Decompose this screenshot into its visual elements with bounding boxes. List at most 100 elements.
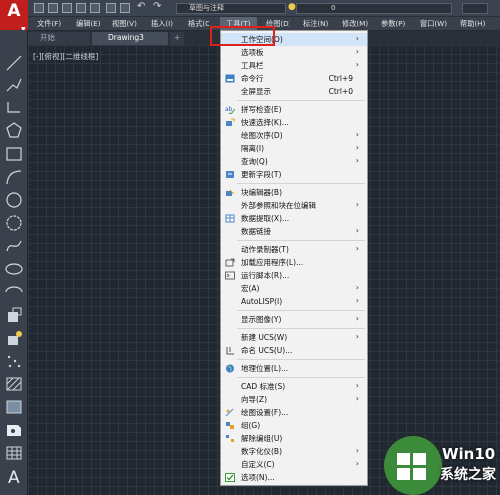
hatch-icon[interactable] <box>4 375 24 393</box>
quick-access-toolbar: ↶ ↷ 草图与注释 ● 0 <box>0 0 500 17</box>
menu-item-load-application[interactable]: 加载应用程序(L)... <box>221 256 367 269</box>
menu-item-display-image[interactable]: 显示图像(Y) › <box>221 313 367 326</box>
run-script-icon <box>225 271 235 280</box>
load-app-icon <box>225 258 235 267</box>
menu-item-label: 查询(Q) <box>241 157 268 166</box>
workspace-value: 草图与注释 <box>189 4 224 12</box>
layer-select[interactable]: 0 <box>296 3 452 14</box>
menu-item-wizards[interactable]: 向导(Z) › <box>221 393 367 406</box>
menu-item-named-ucs[interactable]: 命名 UCS(U)... <box>221 344 367 357</box>
menu-dimension[interactable]: 标注(N) <box>303 17 328 31</box>
menu-item-ungroup[interactable]: 解除编组(U) <box>221 432 367 445</box>
line-icon[interactable] <box>4 54 24 72</box>
multiline-text-icon[interactable]: A <box>4 467 24 488</box>
menu-format[interactable]: 格式(O) <box>188 17 209 31</box>
menu-item-label: 拼写检查(E) <box>241 105 282 114</box>
menu-item-label: 块编辑器(B) <box>241 188 282 197</box>
chevron-right-icon: › <box>355 381 359 390</box>
menu-item-quick-select[interactable]: 快速选择(K)... <box>221 116 367 129</box>
viewport-controls[interactable]: [-][俯视][二维线框] <box>33 51 98 62</box>
chevron-right-icon: › <box>355 296 359 305</box>
undo-icon[interactable]: ↶ <box>137 1 145 12</box>
menu-insert[interactable]: 插入(I) <box>151 17 173 31</box>
polygon-icon[interactable] <box>4 121 24 139</box>
workspace-select[interactable]: 草图与注释 <box>176 3 286 14</box>
lightbulb-icon[interactable]: ● <box>288 2 296 12</box>
ellipse-arc-icon[interactable] <box>4 283 24 301</box>
menu-item-block-editor[interactable]: 块编辑器(B) <box>221 186 367 199</box>
menu-modify[interactable]: 修改(M) <box>342 17 368 31</box>
menu-item-group[interactable]: 组(G) <box>221 419 367 432</box>
draw-toolbar: A <box>0 30 28 495</box>
menu-item-label: 绘图设置(F)... <box>241 408 289 417</box>
ungroup-icon <box>226 435 234 442</box>
application-logo[interactable]: A ▼ <box>0 0 28 33</box>
menu-item-action-recorder[interactable]: 动作录制器(T) › <box>221 243 367 256</box>
named-ucs-icon <box>226 347 234 355</box>
ellipse-icon[interactable] <box>4 260 24 278</box>
menu-item-inquiry[interactable]: 查询(Q) › <box>221 155 367 168</box>
menu-item-new-ucs[interactable]: 新建 UCS(W) › <box>221 331 367 344</box>
menu-item-fullscreen[interactable]: 全屏显示 Ctrl+0 <box>221 85 367 98</box>
rectangle-icon[interactable] <box>4 145 24 163</box>
save-icon[interactable] <box>62 3 72 13</box>
chevron-right-icon: › <box>355 60 359 69</box>
menu-file[interactable]: 文件(F) <box>37 17 61 31</box>
menu-item-spell-check[interactable]: ab 拼写检查(E) <box>221 103 367 116</box>
insert-block-icon[interactable] <box>4 306 24 324</box>
menu-item-toolbars[interactable]: 工具栏 › <box>221 59 367 72</box>
drafting-settings-icon <box>225 408 234 417</box>
point-icon[interactable] <box>4 352 24 370</box>
open-file-icon[interactable] <box>48 3 58 13</box>
spline-icon[interactable] <box>4 237 24 255</box>
tab-start[interactable]: 开始 <box>28 32 90 45</box>
block-editor-icon <box>226 189 235 196</box>
polyline-icon[interactable] <box>4 76 24 94</box>
menu-parametric[interactable]: 参数(P) <box>381 17 405 31</box>
menu-item-digitizer[interactable]: 数字化仪(B) › <box>221 445 367 458</box>
menu-edit[interactable]: 编辑(E) <box>76 17 101 31</box>
menu-item-isolate[interactable]: 隔离(I) › <box>221 142 367 155</box>
print-icon[interactable] <box>120 3 130 13</box>
region-icon[interactable] <box>4 421 24 439</box>
make-block-icon[interactable] <box>4 329 24 347</box>
web-icon[interactable] <box>90 3 100 13</box>
update-field-icon <box>226 171 234 178</box>
revision-cloud-icon[interactable] <box>4 214 24 232</box>
menu-window[interactable]: 窗口(W) <box>420 17 447 31</box>
menu-item-macro[interactable]: 宏(A) › <box>221 282 367 295</box>
menu-item-geolocation[interactable]: 地理位置(L)... <box>221 362 367 375</box>
menu-item-run-script[interactable]: 运行脚本(R)... <box>221 269 367 282</box>
menu-item-cad-standards[interactable]: CAD 标准(S) › <box>221 380 367 393</box>
gradient-icon[interactable] <box>4 398 24 416</box>
arc-icon[interactable] <box>4 168 24 186</box>
plot-icon[interactable] <box>106 3 116 13</box>
menu-item-options[interactable]: 选项(N)... <box>221 471 367 484</box>
chevron-right-icon: › <box>355 314 359 323</box>
chevron-right-icon: › <box>355 244 359 253</box>
menu-item-palettes[interactable]: 选项板 › <box>221 46 367 59</box>
new-file-icon[interactable] <box>34 3 44 13</box>
menu-separator <box>237 240 365 241</box>
save-as-icon[interactable] <box>76 3 86 13</box>
tab-drawing3[interactable]: Drawing3 <box>92 32 168 45</box>
menu-item-label: CAD 标准(S) <box>241 382 286 391</box>
menu-item-command-line[interactable]: 命令行 Ctrl+9 <box>221 72 367 85</box>
menu-item-data-links[interactable]: 数据链接 › <box>221 225 367 238</box>
menu-item-draw-order[interactable]: 绘图次序(D) › <box>221 129 367 142</box>
properties-select[interactable] <box>462 3 488 14</box>
menu-item-drafting-settings[interactable]: 绘图设置(F)... <box>221 406 367 419</box>
menu-item-autolisp[interactable]: AutoLISP(I) › <box>221 295 367 308</box>
circle-icon[interactable] <box>4 191 24 209</box>
menu-item-data-extraction[interactable]: 数据提取(X)... <box>221 212 367 225</box>
menu-item-xref-edit[interactable]: 外部参照和块在位编辑 › <box>221 199 367 212</box>
table-icon[interactable] <box>4 444 24 462</box>
menu-item-customize[interactable]: 自定义(C) › <box>221 458 367 471</box>
menu-view[interactable]: 视图(V) <box>112 17 137 31</box>
command-line-icon <box>225 74 235 83</box>
menu-item-update-fields[interactable]: 更新字段(T) <box>221 168 367 181</box>
menu-help[interactable]: 帮助(H) <box>460 17 485 31</box>
new-tab-button[interactable]: + <box>170 32 184 45</box>
polygon-arc-icon[interactable] <box>4 98 24 116</box>
redo-icon[interactable]: ↷ <box>153 1 161 12</box>
